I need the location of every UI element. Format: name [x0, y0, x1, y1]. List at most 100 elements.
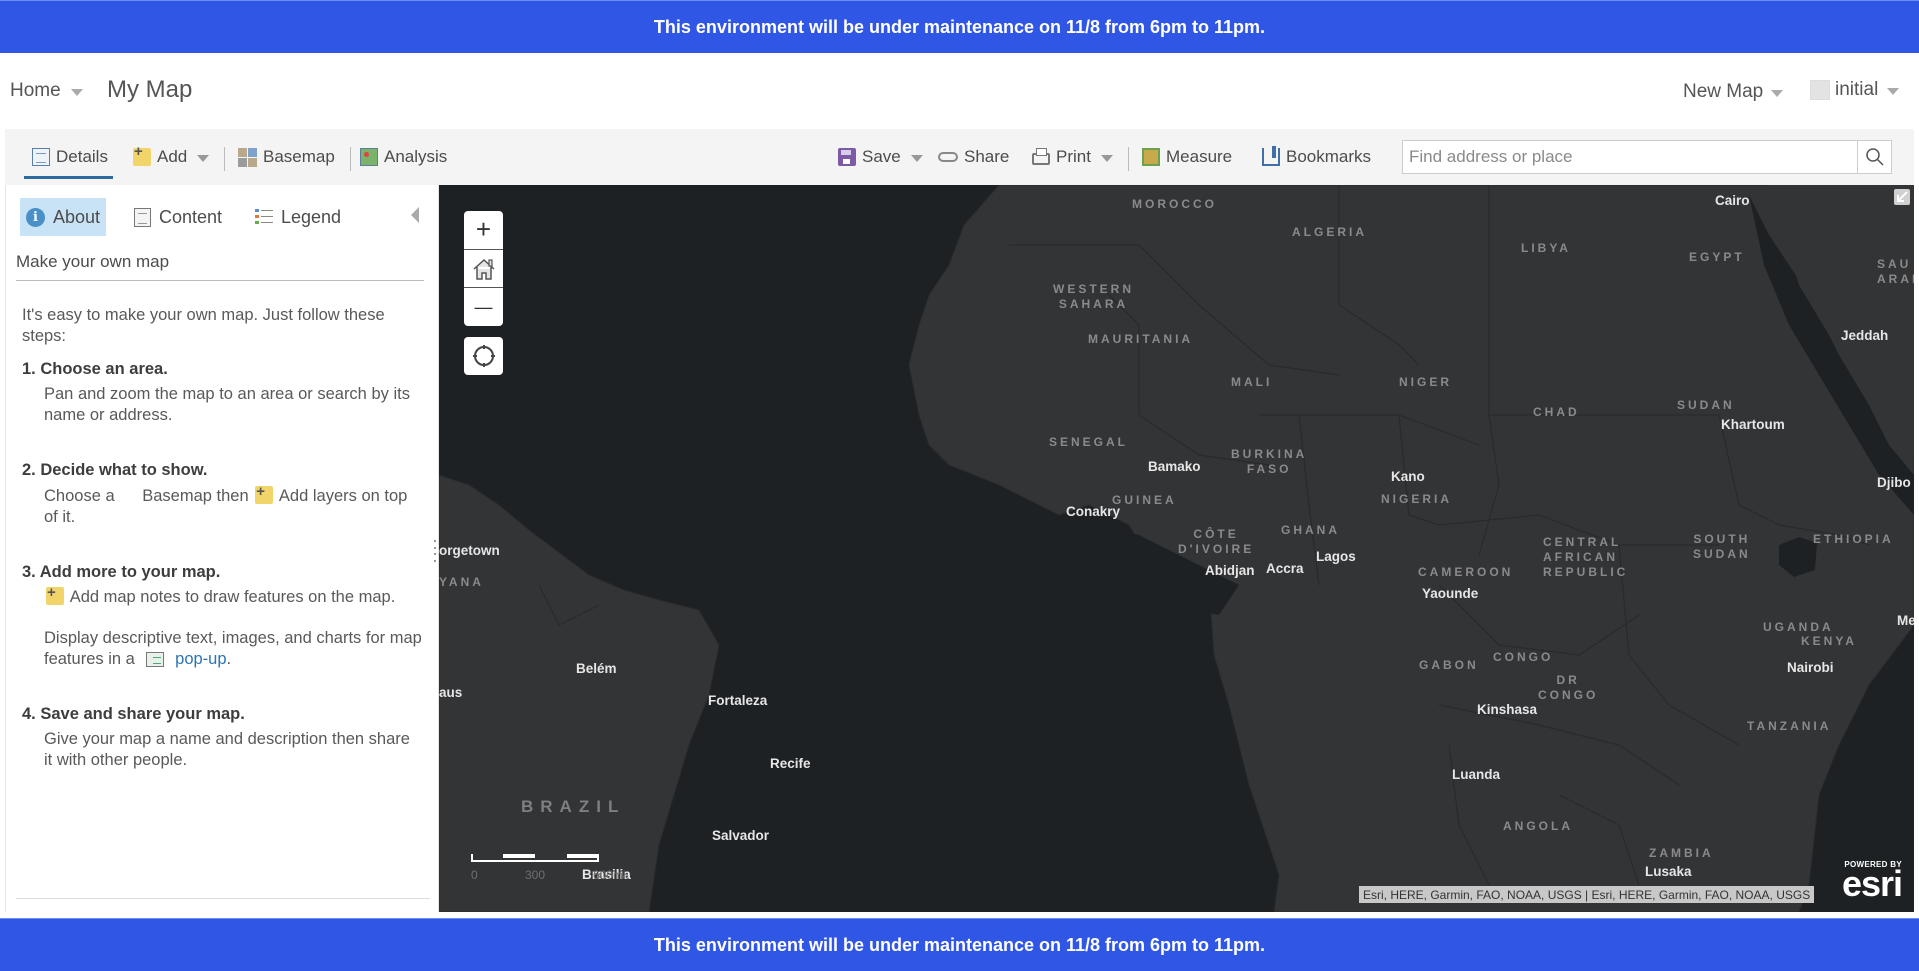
zoom-controls: + —	[464, 211, 503, 326]
legend-icon	[255, 208, 273, 226]
plus-icon: +	[475, 214, 492, 245]
step-title: 3. Add more to your map.	[22, 563, 221, 581]
step-2: 2. Decide what to show. Choose a Basemap…	[22, 460, 422, 528]
toolbar-divider	[350, 147, 351, 171]
home-menu[interactable]: Home	[10, 80, 83, 102]
step-text: Give your map a name and description the…	[44, 730, 410, 769]
banner-message: This environment will be under maintenan…	[653, 934, 1266, 955]
tab-about-label: About	[53, 206, 101, 227]
chevron-down-icon	[197, 154, 210, 162]
add-label: Add	[157, 147, 188, 166]
scale-bar-segment	[567, 854, 599, 858]
save-button[interactable]: Save	[838, 129, 923, 185]
step-title: 4. Save and share your map.	[22, 705, 245, 723]
step-text: Add map notes to draw features on the ma…	[22, 582, 422, 608]
step-text: Display descriptive text, images, and ch…	[22, 628, 422, 670]
step-text-part: Display descriptive text, images, and ch…	[44, 629, 422, 668]
user-label: initial	[1835, 79, 1879, 100]
collapse-panel-icon[interactable]	[411, 207, 419, 223]
panel-divider	[16, 898, 430, 899]
step-text-part: .	[226, 650, 232, 668]
chevron-down-icon	[1771, 89, 1784, 97]
map-view[interactable]: MOROCCO ALGERIA LIBYA EGYPT SAU ARAB WES…	[439, 185, 1914, 912]
step-title: 2. Decide what to show.	[22, 461, 208, 479]
search-input[interactable]	[1403, 141, 1857, 173]
landmass-africa	[908, 185, 1914, 912]
tab-legend[interactable]: Legend	[249, 198, 347, 236]
toolbar-divider	[1128, 147, 1129, 171]
details-panel: i About Content Legend Make your own map…	[5, 185, 439, 912]
new-map-label: New Map	[1683, 81, 1764, 102]
about-intro: It's easy to make your own map. Just fol…	[22, 306, 385, 345]
scale-label: 600mi	[593, 868, 626, 882]
main-toolbar: Details Add Basemap Analysis Save Share …	[5, 129, 1914, 185]
app-header: Home My Map New Map initial	[0, 54, 1919, 129]
about-title: Make your own map	[16, 252, 424, 281]
analysis-button[interactable]: Analysis	[360, 129, 447, 185]
chevron-down-icon	[1100, 154, 1113, 162]
map-title[interactable]: My Map	[107, 76, 192, 104]
content-icon	[134, 207, 151, 227]
zoom-in-button[interactable]: +	[464, 211, 503, 250]
chevron-down-icon	[70, 88, 83, 96]
user-menu[interactable]: initial	[1810, 79, 1900, 101]
home-extent-button[interactable]	[464, 250, 503, 289]
tab-content[interactable]: Content	[128, 198, 228, 236]
add-button[interactable]: Add	[133, 129, 210, 185]
map-notes-icon	[46, 582, 64, 605]
scale-label: 300	[525, 868, 546, 882]
locate-button[interactable]	[464, 337, 503, 375]
maintenance-banner-bottom: This environment will be under maintenan…	[0, 918, 1919, 971]
search-button[interactable]	[1857, 141, 1891, 173]
step-text-part: Add map notes to draw features on the ma…	[69, 588, 396, 606]
add-icon	[255, 481, 274, 504]
esri-logo[interactable]: POWERED BY esri	[1842, 860, 1903, 902]
minus-icon: —	[474, 296, 493, 317]
maintenance-banner-top: This environment will be under maintenan…	[0, 0, 1919, 53]
tab-about[interactable]: i About	[20, 198, 107, 236]
measure-button[interactable]: Measure	[1142, 129, 1232, 185]
ruler-icon	[1142, 148, 1160, 166]
zoom-out-button[interactable]: —	[464, 288, 503, 326]
banner-message: This environment will be under maintenan…	[653, 16, 1266, 37]
avatar	[1810, 80, 1830, 100]
step-text: Pan and zoom the map to an area or searc…	[44, 385, 410, 424]
search-box	[1402, 140, 1892, 174]
details-label: Details	[56, 147, 108, 166]
scale-label: 0	[471, 868, 478, 882]
toolbar-divider	[224, 147, 225, 171]
expand-map-button[interactable]	[1893, 188, 1911, 206]
printer-icon	[1032, 148, 1050, 165]
details-button[interactable]: Details	[24, 129, 113, 185]
locate-icon	[472, 345, 495, 367]
basemap-button[interactable]: Basemap	[238, 129, 335, 185]
share-button[interactable]: Share	[938, 129, 1009, 185]
step-1: 1. Choose an area. Pan and zoom the map …	[22, 359, 422, 426]
info-icon: i	[26, 207, 45, 227]
popup-link[interactable]: pop-up	[175, 650, 226, 668]
analysis-label: Analysis	[384, 147, 448, 166]
chevron-down-icon	[1887, 87, 1900, 95]
step-4: 4. Save and share your map. Give your ma…	[22, 704, 422, 771]
search-icon	[1865, 148, 1884, 166]
add-icon	[133, 143, 151, 166]
home-icon	[472, 258, 495, 280]
step-title: 1. Choose an area.	[22, 360, 168, 378]
bookmarks-label: Bookmarks	[1286, 147, 1372, 166]
bookmarks-button[interactable]: Bookmarks	[1262, 129, 1371, 185]
landmass-south-america	[439, 474, 720, 912]
popup-icon	[145, 652, 164, 667]
print-button[interactable]: Print	[1032, 129, 1113, 185]
map-attribution[interactable]: Esri, HERE, Garmin, FAO, NOAA, USGS | Es…	[1359, 886, 1815, 903]
share-label: Share	[964, 147, 1010, 166]
step-text: Choose a Basemap then Add layers on top …	[22, 481, 422, 528]
basemap-label: Basemap	[263, 147, 335, 166]
step-text-part: Basemap then	[142, 487, 249, 505]
step-3: 3. Add more to your map. Add map notes t…	[22, 562, 422, 670]
panel-resize-handle[interactable]	[434, 540, 438, 562]
basemap-icon	[121, 485, 140, 504]
expand-icon	[1894, 189, 1910, 205]
about-body: It's easy to make your own map. Just fol…	[22, 305, 422, 805]
new-map-menu[interactable]: New Map	[1683, 81, 1784, 103]
basemap-icon	[238, 147, 257, 167]
